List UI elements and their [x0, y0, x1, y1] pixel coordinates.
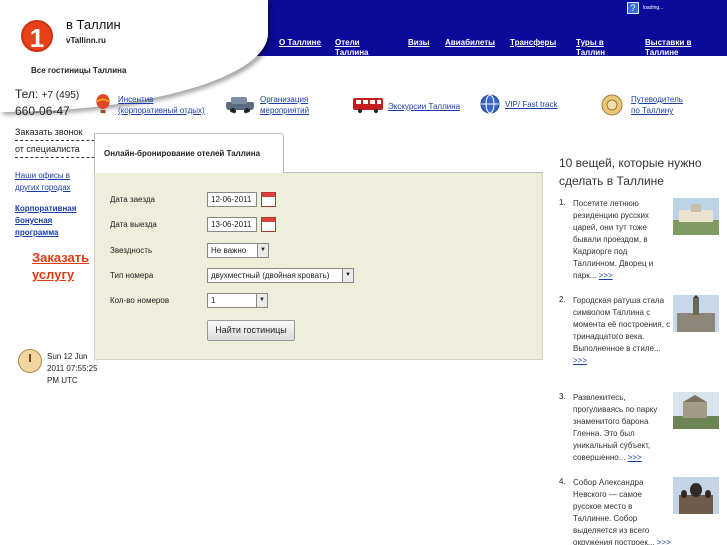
booking-tabstrip: Онлайн-бронирование отелей Таллина — [94, 133, 543, 174]
clock-icon — [18, 349, 42, 373]
hotel-booking-form: Дата заезда 12-06-2011 Дата выезда 13-06… — [94, 173, 543, 360]
service-incentive[interactable]: Инсентив (корпоративный отдых) — [93, 94, 205, 116]
checkout-label: Дата выезда — [110, 220, 157, 229]
checkout-date-input[interactable]: 13-06-2011 — [207, 217, 257, 232]
list-item-body: Собор Александра Невского — самое русско… — [573, 478, 655, 545]
rooms-count-label: Кол-во номеров — [110, 296, 170, 305]
list-item-number: 2. — [559, 295, 566, 304]
thumbnail-image[interactable] — [673, 477, 719, 514]
nav-item-flights[interactable]: Авиабилеты — [445, 38, 505, 48]
calendar-icon[interactable] — [261, 217, 276, 232]
list-item-text: Развлекитесь, прогуливаясь по парку знам… — [573, 392, 671, 464]
rooms-count-select[interactable]: 1 ▼ — [207, 293, 268, 308]
service-guide[interactable]: Путеводитель по Таллину — [598, 94, 683, 116]
site-domain: vTallinn.ru — [66, 36, 106, 45]
bus-icon — [353, 98, 383, 113]
site-title: в Таллин — [66, 17, 121, 32]
logo[interactable]: 1 — [21, 20, 53, 53]
tab-hotel-booking-label: Онлайн-бронирование отелей Таллина — [104, 149, 261, 158]
chevron-down-icon[interactable]: ▼ — [342, 269, 353, 282]
service-events-label-1: Организация — [260, 95, 309, 104]
phone-code: +7 (495) — [41, 90, 80, 101]
stars-select-value: Не важно — [211, 246, 247, 255]
globe-icon — [480, 94, 500, 114]
chevron-down-icon[interactable]: ▼ — [256, 294, 267, 307]
map-icon — [601, 94, 623, 116]
thumbnail-image[interactable] — [673, 392, 719, 429]
nav-item-visas[interactable]: Визы — [408, 38, 438, 48]
nav-item-transfers[interactable]: Трансферы — [510, 38, 570, 48]
phone-prefix: Тел: — [15, 87, 39, 101]
calendar-icon[interactable] — [261, 192, 276, 207]
list-item-number: 1. — [559, 198, 566, 207]
offices-link[interactable]: Наши офисы в других городах — [15, 170, 95, 194]
phone-number: 660-06-47 — [15, 104, 70, 118]
list-item-body: Посетите летнюю резиденцию русских царей… — [573, 199, 654, 280]
service-incentive-label-2: (корпоративный отдых) — [118, 106, 205, 115]
room-type-select-value: двухместный (двойная кровать) — [211, 271, 330, 280]
nav-item-tours[interactable]: Туры в Таллин — [576, 38, 624, 56]
list-item-text: Собор Александра Невского — самое русско… — [573, 477, 671, 545]
service-events-label-2: мероприятий — [260, 106, 310, 115]
help-icon[interactable]: ? — [627, 2, 639, 14]
stars-select[interactable]: Не важно ▼ — [207, 243, 269, 258]
read-more-link[interactable]: >>> — [628, 453, 642, 462]
balloon-icon — [96, 94, 110, 114]
service-incentive-label-1: Инсентив — [118, 95, 154, 104]
tab-hotel-booking[interactable]: Онлайн-бронирование отелей Таллина — [94, 133, 284, 174]
service-guide-label-1: Путеводитель — [631, 95, 683, 104]
list-item-number: 3. — [559, 392, 566, 401]
service-guide-label-2: по Таллину — [631, 106, 674, 115]
car-icon — [226, 97, 254, 114]
order-service-link[interactable]: Заказать услугу — [32, 249, 102, 283]
nav-item-hotels[interactable]: Отели Таллина — [335, 38, 390, 56]
bonus-program-link[interactable]: Корпоративная бонусная программа — [15, 203, 95, 239]
service-excursions-label: Экскурсии Таллина — [388, 102, 461, 111]
room-type-select[interactable]: двухместный (двойная кровать) ▼ — [207, 268, 354, 283]
stars-label: Звездность — [110, 246, 153, 255]
things-to-do-title: 10 вещей, которые нужно сделать в Таллин… — [559, 156, 702, 188]
thumbnail-image[interactable] — [673, 198, 719, 235]
thumbnail-image[interactable] — [673, 295, 719, 332]
nav-item-exhibitions[interactable]: Выставки в Таллине — [645, 38, 710, 56]
service-vip[interactable]: VIP/ Fast track — [480, 94, 557, 114]
chevron-down-icon[interactable]: ▼ — [257, 244, 268, 257]
site-subtitle: Все гостиницы Таллина — [31, 66, 127, 75]
service-excursions[interactable]: Экскурсии Таллина — [353, 97, 460, 113]
list-item-text: Городская ратуша стала символом Таллина … — [573, 295, 671, 367]
read-more-link[interactable]: >>> — [599, 271, 613, 280]
loading-indicator: ? loading... — [627, 2, 663, 14]
checkin-date-input[interactable]: 12-06-2011 — [207, 192, 257, 207]
nav-item-about[interactable]: О Таллине — [279, 38, 334, 48]
service-vip-label: VIP/ Fast track — [505, 100, 558, 109]
list-item-body: Развлекитесь, прогуливаясь по парку знам… — [573, 393, 658, 462]
service-events[interactable]: Организация мероприятий — [225, 94, 309, 116]
read-more-link[interactable]: >>> — [573, 356, 587, 365]
list-item-body: Городская ратуша стала символом Таллина … — [573, 296, 671, 353]
rooms-count-select-value: 1 — [211, 296, 216, 305]
room-type-label: Тип номера — [110, 271, 154, 280]
list-item-number: 4. — [559, 477, 566, 486]
find-hotels-button[interactable]: Найти гостиницы — [207, 320, 295, 341]
read-more-link[interactable]: >>> — [657, 538, 671, 545]
loading-text: loading... — [643, 5, 664, 11]
checkin-label: Дата заезда — [110, 195, 155, 204]
phone-label: Тел: +7 (495) — [15, 87, 79, 101]
list-item-text: Посетите летнюю резиденцию русских царей… — [573, 198, 671, 282]
